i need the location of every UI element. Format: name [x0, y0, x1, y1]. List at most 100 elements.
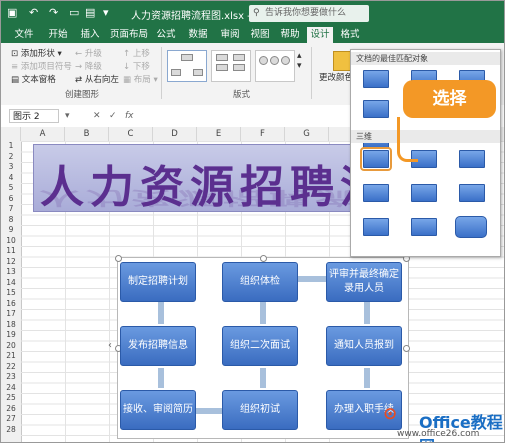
tab-format[interactable]: 格式	[337, 27, 363, 43]
resize-handle[interactable]	[115, 255, 122, 262]
tab-data[interactable]: 数据	[185, 27, 211, 43]
customize-toolbar-icon[interactable]: ▾	[103, 6, 109, 20]
style-swatch[interactable]	[363, 70, 389, 88]
tab-home[interactable]: 开始	[45, 27, 71, 43]
right-to-left-button[interactable]: ⇄ 从右向左	[75, 73, 119, 85]
process-step-8[interactable]: 评审并最终确定录用人员	[326, 262, 402, 302]
row-number[interactable]: 6	[1, 194, 21, 205]
gallery-section-3d: 三维	[351, 130, 500, 143]
row-number[interactable]: 24	[1, 383, 21, 394]
change-colors-button[interactable]: 更改颜色	[319, 71, 353, 83]
redo-icon[interactable]: ↷	[49, 6, 58, 20]
move-up-button[interactable]: ↑ 上移	[123, 47, 150, 59]
tab-review[interactable]: 审阅	[217, 27, 243, 43]
row-number[interactable]: 14	[1, 278, 21, 289]
enter-icon[interactable]: ✓	[109, 111, 117, 121]
wordart-reflection: 人力资源招聘流	[39, 186, 361, 208]
row-number[interactable]: 28	[1, 425, 21, 436]
select-callout: 选择	[403, 80, 496, 118]
style-swatch[interactable]	[363, 218, 389, 236]
tab-formulas[interactable]: 公式	[153, 27, 179, 43]
resize-handle[interactable]	[260, 255, 267, 262]
tab-insert[interactable]: 插入	[77, 27, 103, 43]
column-header-cell[interactable]: D	[153, 127, 197, 141]
row-number[interactable]: 11	[1, 246, 21, 257]
select-all-corner[interactable]	[1, 127, 21, 141]
tab-view[interactable]: 视图	[247, 27, 273, 43]
resize-handle[interactable]	[403, 345, 410, 352]
row-number[interactable]: 19	[1, 330, 21, 341]
add-bullet-button[interactable]: ≡ 添加项目符号	[11, 60, 72, 72]
layouts-more-icon[interactable]: ▴ ▾	[297, 51, 302, 71]
style-swatch[interactable]	[411, 184, 437, 202]
layout-thumbnail[interactable]	[211, 50, 251, 82]
column-header-cell[interactable]: B	[65, 127, 109, 141]
style-swatch[interactable]	[459, 150, 485, 168]
cancel-icon[interactable]: ✕	[93, 111, 101, 121]
row-number[interactable]: 7	[1, 204, 21, 215]
process-step-5[interactable]: 组织初试	[222, 390, 298, 430]
row-number[interactable]: 12	[1, 257, 21, 268]
process-step-1[interactable]: 制定招聘计划	[120, 262, 196, 302]
name-box-dropdown-icon[interactable]: ▾	[65, 111, 70, 121]
open-folder-icon[interactable]: ▤	[85, 6, 95, 20]
demote-button[interactable]: → 降级	[75, 60, 102, 72]
text-pane-toggle-icon[interactable]: ‹	[108, 340, 112, 351]
layout-button[interactable]: ▦ 布局 ▾	[123, 73, 158, 85]
style-swatch[interactable]	[455, 216, 487, 238]
save-icon[interactable]: ▣	[7, 6, 17, 20]
name-box[interactable]: 图示 2	[9, 109, 59, 123]
process-step-3[interactable]: 接收、审阅简历	[120, 390, 196, 430]
row-number[interactable]: 2	[1, 152, 21, 163]
row-number[interactable]: 18	[1, 320, 21, 331]
style-swatch[interactable]	[363, 184, 389, 202]
row-number[interactable]: 15	[1, 288, 21, 299]
ribbon-separator	[311, 47, 312, 99]
row-number[interactable]: 1	[1, 141, 21, 152]
row-number[interactable]: 13	[1, 267, 21, 278]
row-number[interactable]: 9	[1, 225, 21, 236]
row-number[interactable]: 16	[1, 299, 21, 310]
row-number[interactable]: 10	[1, 236, 21, 247]
text-pane-button[interactable]: ▤ 文本窗格	[11, 73, 56, 85]
layout-thumbnail[interactable]	[255, 50, 295, 82]
process-step-9[interactable]: 通知人员报到	[326, 326, 402, 366]
tab-page-layout[interactable]: 页面布局	[107, 27, 151, 43]
row-number[interactable]: 26	[1, 404, 21, 415]
row-number[interactable]: 17	[1, 309, 21, 320]
row-number[interactable]: 20	[1, 341, 21, 352]
row-number[interactable]: 22	[1, 362, 21, 373]
tab-design[interactable]: 设计	[307, 27, 333, 43]
process-step-7[interactable]: 组织体检	[222, 262, 298, 302]
style-swatch[interactable]	[411, 218, 437, 236]
layout-thumbnail[interactable]	[167, 50, 207, 82]
add-shape-button[interactable]: ⊡ 添加形状 ▾	[11, 47, 62, 59]
style-swatch-selected[interactable]	[360, 147, 392, 171]
promote-button[interactable]: ← 升级	[75, 47, 102, 59]
column-header-cell[interactable]: G	[285, 127, 329, 141]
row-number[interactable]: 21	[1, 351, 21, 362]
tab-file[interactable]: 文件	[11, 27, 37, 43]
undo-icon[interactable]: ↶	[29, 6, 38, 20]
insert-function-button[interactable]: fx	[125, 111, 134, 121]
row-number[interactable]: 23	[1, 372, 21, 383]
column-header-cell[interactable]: F	[241, 127, 285, 141]
row-number[interactable]: 5	[1, 183, 21, 194]
style-swatch[interactable]	[459, 184, 485, 202]
row-number[interactable]: 27	[1, 414, 21, 425]
row-number[interactable]: 3	[1, 162, 21, 173]
column-header-cell[interactable]: C	[109, 127, 153, 141]
process-step-6[interactable]: 组织二次面试	[222, 326, 298, 366]
column-header-cell[interactable]: E	[197, 127, 241, 141]
style-swatch[interactable]	[363, 100, 389, 118]
tell-me-search[interactable]: ⚲ 告诉我你想要做什么	[249, 5, 369, 22]
row-number[interactable]: 8	[1, 215, 21, 226]
column-header-cell[interactable]: A	[21, 127, 65, 141]
smartart-graphic[interactable]: ‹ 制定招聘计划 组织体检 评审并最终确定录用人员 发布招聘信息 组织二次面试 …	[108, 255, 410, 439]
process-step-2[interactable]: 发布招聘信息	[120, 326, 196, 366]
new-file-icon[interactable]: ▭	[69, 6, 79, 20]
row-number[interactable]: 4	[1, 173, 21, 184]
row-number[interactable]: 25	[1, 393, 21, 404]
move-down-button[interactable]: ↓ 下移	[123, 60, 150, 72]
tab-help[interactable]: 帮助	[277, 27, 303, 43]
